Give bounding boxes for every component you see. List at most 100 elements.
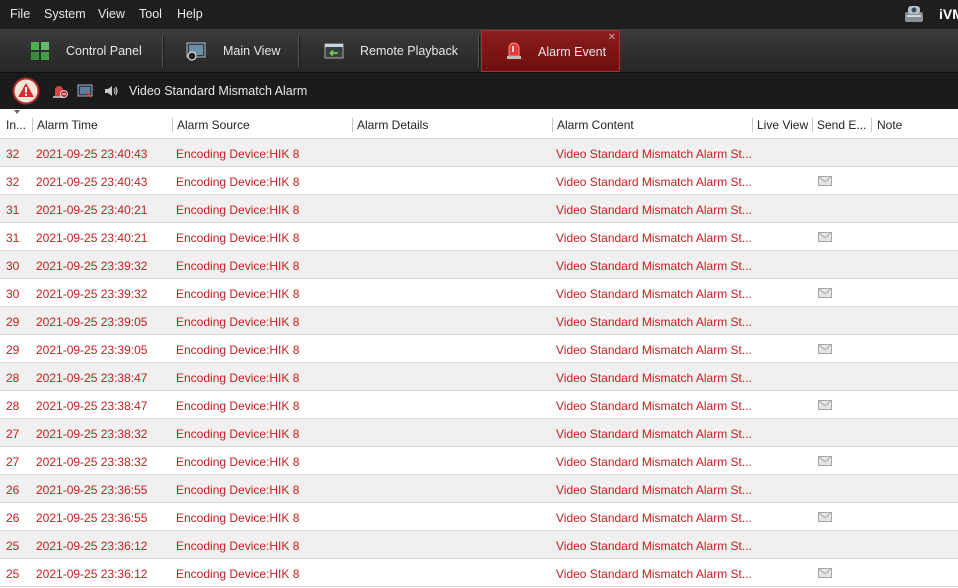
table-row[interactable]: 29 2021-09-25 23:39:05 Encoding Device:HIK… (0, 335, 958, 363)
column-divider[interactable] (752, 118, 753, 132)
cell-alarm-time: 2021-09-25 23:39:32 (36, 259, 148, 273)
menu-tool[interactable]: Tool (139, 7, 162, 21)
email-icon[interactable] (818, 456, 832, 466)
cell-alarm-source: Encoding Device:HIK 8 (176, 259, 300, 273)
email-icon[interactable] (818, 512, 832, 522)
cell-alarm-time: 2021-09-25 23:38:32 (36, 427, 148, 441)
col-header-alarm-source[interactable]: Alarm Source (177, 118, 250, 132)
email-icon[interactable] (818, 400, 832, 410)
alarm-table-header: In... Alarm Time Alarm Source Alarm Deta… (0, 109, 958, 139)
table-row[interactable]: 25 2021-09-25 23:36:12 Encoding Device:HIK… (0, 559, 958, 587)
camera-logo-icon (905, 6, 923, 22)
menu-file[interactable]: File (10, 7, 30, 21)
cell-index: 32 (6, 175, 20, 189)
tab-separator (162, 35, 163, 67)
cell-index: 31 (6, 203, 20, 217)
cell-alarm-source: Encoding Device:HIK 8 (176, 567, 300, 581)
cell-alarm-content: Video Standard Mismatch Alarm St... (556, 399, 752, 413)
alarm-view-icon[interactable] (77, 83, 93, 99)
table-row[interactable]: 27 2021-09-25 23:38:32 Encoding Device:HIK… (0, 447, 958, 475)
clear-alarm-icon[interactable] (52, 83, 68, 99)
email-icon[interactable] (818, 344, 832, 354)
cell-alarm-source: Encoding Device:HIK 8 (176, 399, 300, 413)
cell-alarm-source: Encoding Device:HIK 8 (176, 455, 300, 469)
col-header-live-view[interactable]: Live View (757, 118, 808, 132)
cell-index: 25 (6, 539, 20, 553)
cell-alarm-source: Encoding Device:HIK 8 (176, 147, 300, 161)
table-row[interactable]: 32 2021-09-25 23:40:43 Encoding Device:HIK… (0, 167, 958, 195)
cell-alarm-source: Encoding Device:HIK 8 (176, 315, 300, 329)
alarm-event-icon (507, 42, 521, 59)
col-header-send-email[interactable]: Send E... (817, 118, 866, 132)
cell-index: 26 (6, 511, 20, 525)
cell-alarm-source: Encoding Device:HIK 8 (176, 203, 300, 217)
col-header-note[interactable]: Note (877, 118, 902, 132)
table-row[interactable]: 30 2021-09-25 23:39:32 Encoding Device:HIK… (0, 279, 958, 307)
cell-index: 31 (6, 231, 20, 245)
table-row[interactable]: 28 2021-09-25 23:38:47 Encoding Device:HIK… (0, 391, 958, 419)
col-header-alarm-details[interactable]: Alarm Details (357, 118, 428, 132)
cell-alarm-source: Encoding Device:HIK 8 (176, 539, 300, 553)
cell-alarm-time: 2021-09-25 23:40:21 (36, 203, 148, 217)
alarm-warning-icon[interactable] (12, 77, 40, 105)
col-header-index[interactable]: In... (6, 118, 26, 132)
table-row[interactable]: 31 2021-09-25 23:40:21 Encoding Device:HIK… (0, 195, 958, 223)
tab-main-view[interactable]: Main View (168, 30, 296, 72)
col-header-alarm-time[interactable]: Alarm Time (37, 118, 98, 132)
close-icon[interactable]: ✕ (608, 32, 616, 43)
tab-separator (298, 35, 299, 67)
control-panel-icon (31, 42, 49, 60)
app-logo-text: iVM (939, 6, 958, 22)
column-divider[interactable] (352, 118, 353, 132)
tab-alarm-event[interactable]: Alarm Event ✕ (481, 30, 620, 72)
cell-index: 30 (6, 287, 20, 301)
tab-control-panel[interactable]: Control Panel (10, 30, 160, 72)
email-icon[interactable] (818, 288, 832, 298)
cell-alarm-content: Video Standard Mismatch Alarm St... (556, 455, 752, 469)
cell-alarm-content: Video Standard Mismatch Alarm St... (556, 315, 752, 329)
column-divider[interactable] (871, 118, 872, 132)
table-row[interactable]: 30 2021-09-25 23:39:32 Encoding Device:HIK… (0, 251, 958, 279)
cell-alarm-source: Encoding Device:HIK 8 (176, 483, 300, 497)
alarm-table-body: 32 2021-09-25 23:40:43 Encoding Device:HIK… (0, 139, 958, 587)
col-header-alarm-content[interactable]: Alarm Content (557, 118, 634, 132)
tab-remote-playback[interactable]: Remote Playback (304, 30, 476, 72)
cell-alarm-content: Video Standard Mismatch Alarm St... (556, 203, 752, 217)
tab-label: Remote Playback (360, 44, 458, 58)
table-row[interactable]: 25 2021-09-25 23:36:12 Encoding Device:HIK… (0, 531, 958, 559)
cell-alarm-time: 2021-09-25 23:40:21 (36, 231, 148, 245)
table-row[interactable]: 29 2021-09-25 23:39:05 Encoding Device:HIK… (0, 307, 958, 335)
cell-alarm-time: 2021-09-25 23:39:05 (36, 343, 148, 357)
sound-icon[interactable] (103, 83, 119, 99)
menu-system[interactable]: System (44, 7, 86, 21)
table-row[interactable]: 31 2021-09-25 23:40:21 Encoding Device:HIK… (0, 223, 958, 251)
column-divider[interactable] (32, 118, 33, 132)
cell-alarm-time: 2021-09-25 23:38:47 (36, 399, 148, 413)
menu-bar: File System View Tool Help iVM (0, 0, 958, 29)
cell-index: 32 (6, 147, 20, 161)
table-row[interactable]: 27 2021-09-25 23:38:32 Encoding Device:HIK… (0, 419, 958, 447)
table-row[interactable]: 32 2021-09-25 23:40:43 Encoding Device:HIK… (0, 139, 958, 167)
menu-view[interactable]: View (98, 7, 125, 21)
email-icon[interactable] (818, 568, 832, 578)
cell-alarm-content: Video Standard Mismatch Alarm St... (556, 371, 752, 385)
cell-alarm-source: Encoding Device:HIK 8 (176, 343, 300, 357)
cell-alarm-time: 2021-09-25 23:38:32 (36, 455, 148, 469)
cell-alarm-time: 2021-09-25 23:39:05 (36, 315, 148, 329)
column-divider[interactable] (552, 118, 553, 132)
column-divider[interactable] (172, 118, 173, 132)
cell-alarm-source: Encoding Device:HIK 8 (176, 175, 300, 189)
cell-alarm-content: Video Standard Mismatch Alarm St... (556, 287, 752, 301)
menu-help[interactable]: Help (177, 7, 203, 21)
cell-alarm-time: 2021-09-25 23:36:55 (36, 483, 148, 497)
email-icon[interactable] (818, 232, 832, 242)
cell-index: 28 (6, 371, 20, 385)
table-row[interactable]: 28 2021-09-25 23:38:47 Encoding Device:HIK… (0, 363, 958, 391)
email-icon[interactable] (818, 176, 832, 186)
table-row[interactable]: 26 2021-09-25 23:36:55 Encoding Device:HIK… (0, 475, 958, 503)
cell-alarm-time: 2021-09-25 23:38:47 (36, 371, 148, 385)
table-row[interactable]: 26 2021-09-25 23:36:55 Encoding Device:HIK… (0, 503, 958, 531)
tab-label: Alarm Event (538, 45, 607, 59)
column-divider[interactable] (812, 118, 813, 132)
cell-alarm-source: Encoding Device:HIK 8 (176, 427, 300, 441)
